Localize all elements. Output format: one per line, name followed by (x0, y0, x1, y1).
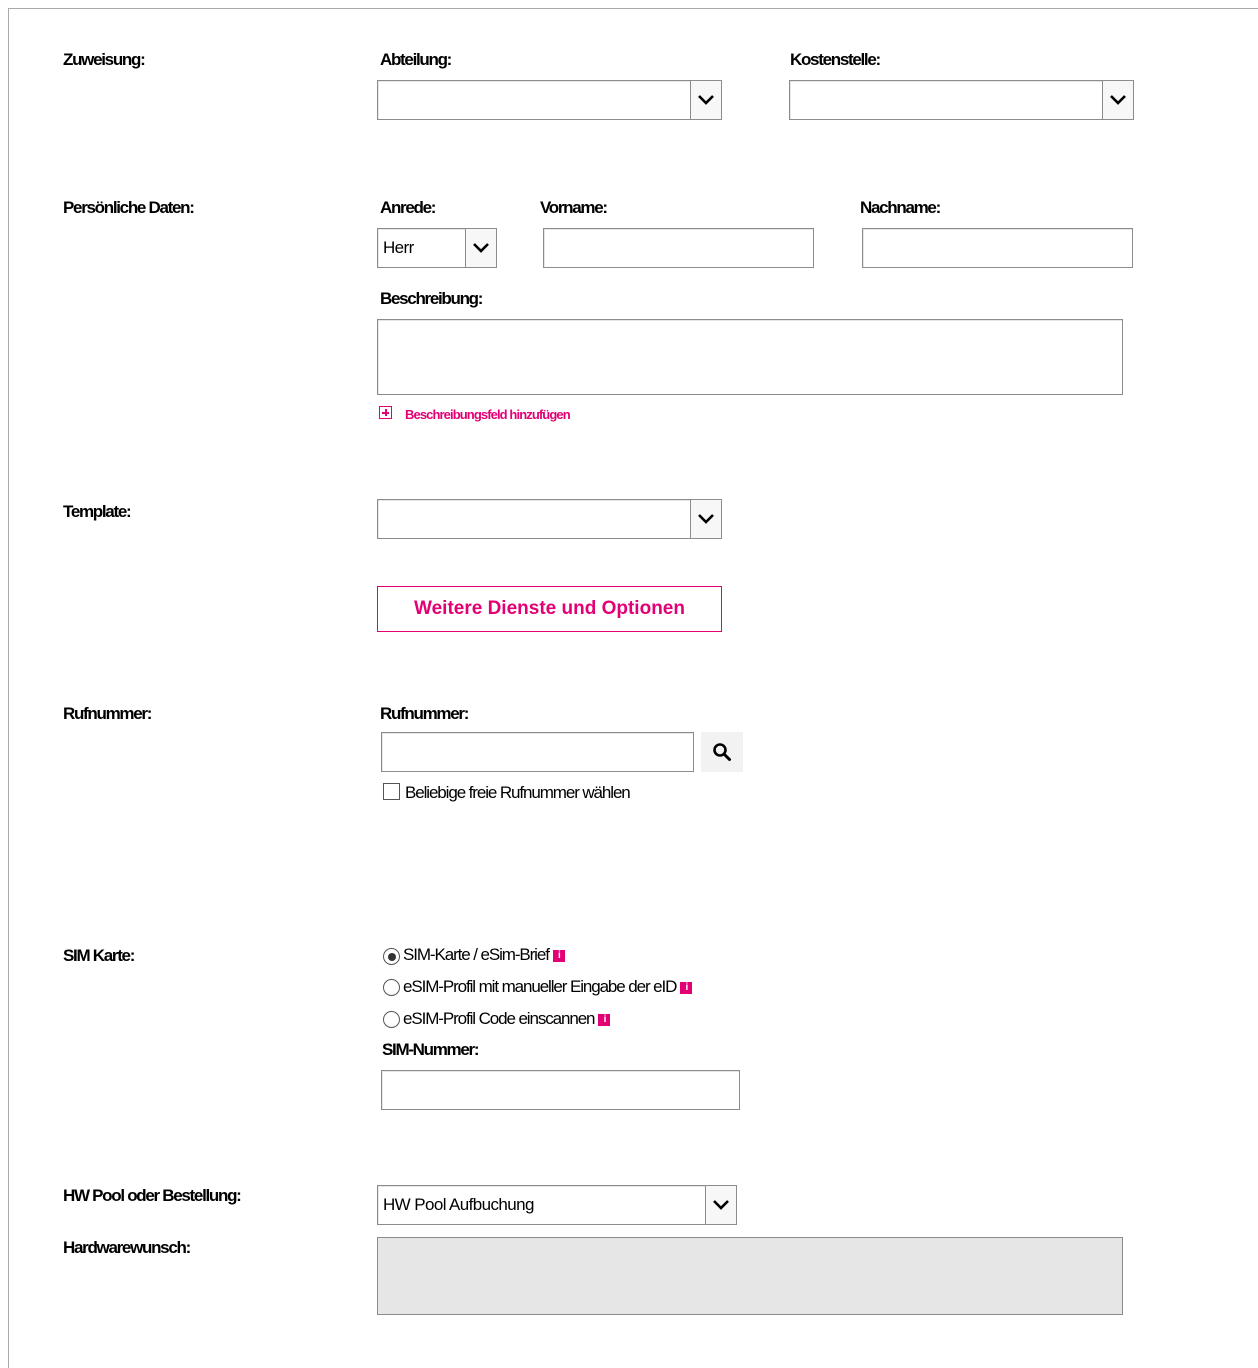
sim-option-text: eSIM-Profil Code einscannen (403, 1009, 596, 1028)
chevron-down-icon[interactable] (690, 500, 721, 538)
last-name-field[interactable] (862, 228, 1133, 268)
sim-option-radio[interactable] (383, 1011, 400, 1028)
chevron-down-icon[interactable] (690, 81, 721, 119)
hw-pool-select[interactable]: HW Pool Aufbuchung (377, 1185, 737, 1225)
any-free-number-checkbox[interactable] (383, 783, 400, 800)
salutation-select[interactable]: Herr (377, 228, 497, 268)
section-label-personal: Persönliche Daten: (63, 198, 195, 217)
salutation-label: Anrede: (380, 198, 436, 217)
cost-center-label: Kostenstelle: (790, 50, 881, 69)
department-label: Abteilung: (380, 50, 452, 69)
chevron-down-icon[interactable] (465, 229, 496, 267)
chevron-down-icon[interactable] (705, 1186, 736, 1224)
section-label-sim: SIM Karte: (63, 946, 135, 965)
phone-field-label: Rufnummer: (380, 704, 469, 723)
section-label-template: Template: (63, 502, 132, 521)
sim-option-radio[interactable] (383, 979, 400, 996)
chevron-down-icon[interactable] (1102, 81, 1133, 119)
phone-search-button[interactable] (701, 732, 743, 772)
hw-pool-select-value: HW Pool Aufbuchung (383, 1195, 534, 1214)
form-frame (8, 8, 1258, 1368)
more-services-button[interactable]: Weitere Dienste und Optionen (377, 586, 722, 632)
sim-option-text: SIM-Karte / eSim-Brief (403, 945, 550, 964)
info-icon[interactable]: i (598, 1013, 611, 1026)
sim-option-label: eSIM-Profil Code einscannen i (403, 1009, 611, 1029)
sim-number-label: SIM-Nummer: (382, 1040, 480, 1059)
section-label-hw-pool: HW Pool oder Bestellung: (63, 1186, 242, 1205)
sim-option-label: SIM-Karte / eSim-Brief i (403, 945, 565, 965)
section-label-phone: Rufnummer: (63, 704, 152, 723)
search-icon (713, 743, 731, 761)
sim-option-radio[interactable] (383, 948, 400, 965)
info-icon[interactable]: i (680, 981, 693, 994)
last-name-label: Nachname: (860, 198, 941, 217)
sim-option-text: eSIM-Profil mit manueller Eingabe der eI… (403, 977, 677, 996)
description-textarea[interactable] (377, 319, 1123, 395)
hardware-wish-textarea (377, 1237, 1123, 1315)
section-label-assignment: Zuweisung: (63, 50, 146, 69)
template-select[interactable] (377, 499, 722, 539)
cost-center-select[interactable] (789, 80, 1134, 120)
plus-box-icon[interactable] (379, 406, 392, 419)
sim-number-input[interactable] (381, 1070, 740, 1110)
phone-number-input[interactable] (381, 732, 694, 772)
department-select[interactable] (377, 80, 722, 120)
salutation-select-value: Herr (383, 238, 414, 257)
info-icon[interactable]: i (552, 949, 565, 962)
sim-option-label: eSIM-Profil mit manueller Eingabe der eI… (403, 977, 693, 997)
add-description-link[interactable]: Beschreibungsfeld hinzufügen (405, 407, 571, 422)
description-label: Beschreibung: (380, 289, 483, 308)
hardware-wish-label: Hardwarewunsch: (63, 1238, 191, 1257)
any-free-number-label: Beliebige freie Rufnummer wählen (405, 783, 631, 802)
first-name-field[interactable] (543, 228, 814, 268)
first-name-label: Vorname: (540, 198, 608, 217)
